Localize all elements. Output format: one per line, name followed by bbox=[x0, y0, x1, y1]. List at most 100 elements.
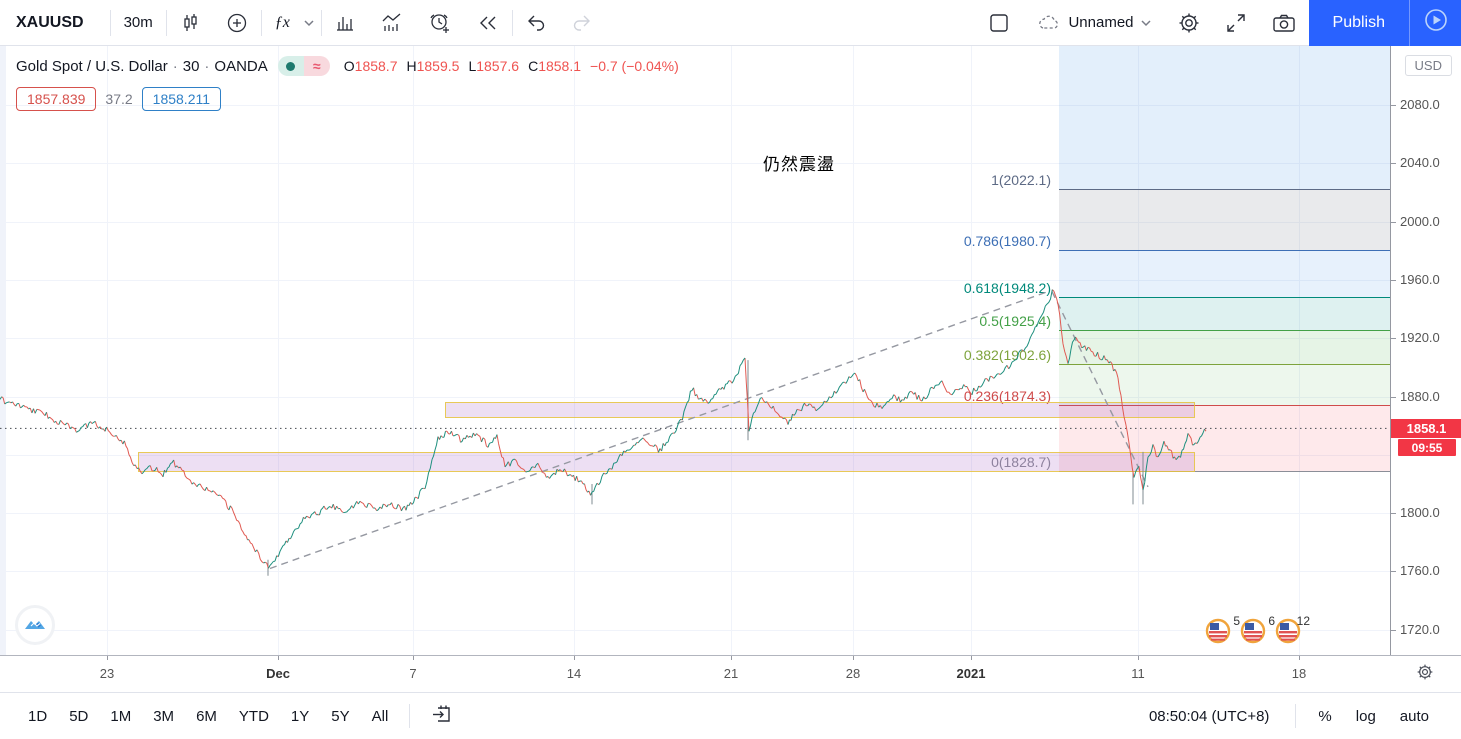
range-all-button[interactable]: All bbox=[362, 702, 399, 731]
axis-tick-mark bbox=[1391, 571, 1396, 572]
cloud-layout-button[interactable]: Unnamed bbox=[1023, 0, 1164, 45]
indicators-button[interactable]: ƒx bbox=[262, 0, 303, 45]
indicators-dropdown-button[interactable] bbox=[303, 0, 321, 45]
legend-row-quotes: 1857.839 37.2 1858.211 bbox=[16, 87, 679, 111]
high-value: 1859.5 bbox=[417, 58, 460, 74]
redo-arrow-icon bbox=[572, 14, 592, 32]
range-5d-button[interactable]: 5D bbox=[59, 702, 98, 731]
chart-style-button[interactable] bbox=[167, 0, 213, 45]
publish-button[interactable]: Publish bbox=[1309, 0, 1409, 46]
price-tick-label: 1760.0 bbox=[1400, 563, 1440, 578]
ask-price-box[interactable]: 1858.211 bbox=[142, 87, 221, 111]
mountain-logo-icon bbox=[22, 612, 48, 638]
symbol-title[interactable]: Gold Spot / U.S. Dollar bbox=[16, 58, 168, 75]
axis-tick-mark bbox=[971, 656, 972, 660]
go-to-date-button[interactable] bbox=[421, 698, 463, 734]
axis-settings-button[interactable] bbox=[1416, 663, 1434, 686]
range-1m-button[interactable]: 1M bbox=[100, 702, 141, 731]
fundamentals-button[interactable] bbox=[322, 0, 368, 45]
interval-button[interactable]: 30m bbox=[111, 0, 166, 45]
economic-event-flag[interactable]: 12 bbox=[1274, 615, 1308, 649]
dashed-trendline bbox=[270, 292, 1048, 569]
range-3m-button[interactable]: 3M bbox=[143, 702, 184, 731]
legend-row-main: Gold Spot / U.S. Dollar · 30 · OANDA ≈ O… bbox=[16, 54, 679, 78]
axis-tick-mark bbox=[1391, 338, 1396, 339]
axis-tick-mark bbox=[107, 656, 108, 660]
status-pill[interactable]: ≈ bbox=[278, 56, 330, 76]
price-tick-label: 1800.0 bbox=[1400, 505, 1440, 520]
legend-interval[interactable]: 30 bbox=[183, 58, 200, 75]
delayed-data-icon: ≈ bbox=[304, 56, 330, 76]
time-tick-label: 2021 bbox=[957, 666, 986, 681]
rewind-icon bbox=[477, 14, 499, 32]
snapshot-button[interactable] bbox=[1259, 0, 1309, 45]
low-value: 1857.6 bbox=[476, 58, 519, 74]
price-axis[interactable]: USD 1858.1 09:55 2080.02040.02000.01960.… bbox=[1390, 46, 1461, 655]
time-axis[interactable]: 23Dec714212820211118 bbox=[0, 655, 1461, 692]
publish-play-button[interactable] bbox=[1409, 0, 1461, 46]
compare-button[interactable] bbox=[213, 0, 261, 45]
legend-exchange[interactable]: OANDA bbox=[214, 58, 267, 75]
time-tick-label: 14 bbox=[567, 666, 581, 681]
percent-scale-button[interactable]: % bbox=[1306, 702, 1343, 731]
market-status-icon bbox=[278, 56, 304, 76]
time-tick-label: 18 bbox=[1292, 666, 1306, 681]
log-scale-button[interactable]: log bbox=[1344, 702, 1388, 731]
indicator-templates-button[interactable] bbox=[368, 0, 416, 45]
calendar-arrow-icon bbox=[431, 711, 453, 728]
alert-button[interactable] bbox=[416, 0, 464, 45]
gear-icon bbox=[1416, 668, 1434, 685]
ohlc-values: O1858.7 H1859.5 L1857.6 C1858.1 −0.7 (−0… bbox=[344, 58, 679, 74]
open-value: 1858.7 bbox=[355, 58, 398, 74]
bid-price-box[interactable]: 1857.839 bbox=[16, 87, 96, 111]
time-tick-label: 21 bbox=[724, 666, 738, 681]
last-price-badge: 1858.1 bbox=[1391, 419, 1461, 438]
price-tick-label: 1880.0 bbox=[1400, 389, 1440, 404]
bottombar-separator bbox=[1295, 704, 1296, 728]
symbol-button[interactable]: XAUUSD bbox=[0, 0, 110, 45]
fullscreen-button[interactable] bbox=[1213, 0, 1259, 45]
price-plot bbox=[0, 46, 1390, 655]
price-tick-label: 1720.0 bbox=[1400, 622, 1440, 637]
axis-tick-mark bbox=[574, 656, 575, 660]
auto-scale-button[interactable]: auto bbox=[1388, 702, 1441, 731]
settings-button[interactable] bbox=[1165, 0, 1213, 45]
top-toolbar: XAUUSD 30m ƒx bbox=[0, 0, 1461, 46]
alarm-clock-plus-icon bbox=[429, 12, 451, 34]
axis-tick-mark bbox=[1391, 280, 1396, 281]
range-5y-button[interactable]: 5Y bbox=[321, 702, 359, 731]
session-clock[interactable]: 08:50:04 (UTC+8) bbox=[1133, 708, 1285, 725]
axis-tick-mark bbox=[1138, 656, 1139, 660]
tradingview-logo[interactable] bbox=[15, 605, 55, 645]
range-ytd-button[interactable]: YTD bbox=[229, 702, 279, 731]
toolbar-left-group: XAUUSD 30m ƒx bbox=[0, 0, 605, 45]
time-tick-label: 11 bbox=[1131, 666, 1145, 681]
range-1d-button[interactable]: 1D bbox=[18, 702, 57, 731]
legend-separator: · bbox=[199, 58, 214, 75]
layout-button[interactable] bbox=[975, 0, 1023, 45]
currency-badge[interactable]: USD bbox=[1405, 55, 1452, 76]
chevron-down-icon bbox=[1140, 19, 1152, 27]
undo-button[interactable] bbox=[513, 0, 559, 45]
price-tick-label: 2080.0 bbox=[1400, 97, 1440, 112]
axis-tick-mark bbox=[413, 656, 414, 660]
chart-text-annotation[interactable]: 仍然震盪 bbox=[763, 150, 835, 175]
redo-button[interactable] bbox=[559, 0, 605, 45]
gear-icon bbox=[1178, 12, 1200, 34]
axis-tick-mark bbox=[731, 656, 732, 660]
candles-up-path bbox=[0, 290, 1205, 569]
toolbar-right-group: Unnamed Publish bbox=[975, 0, 1461, 45]
event-count-badge: 12 bbox=[1297, 614, 1310, 628]
range-6m-button[interactable]: 6M bbox=[186, 702, 227, 731]
range-1y-button[interactable]: 1Y bbox=[281, 702, 319, 731]
replay-button[interactable] bbox=[464, 0, 512, 45]
spread-value: 37.2 bbox=[105, 91, 132, 107]
time-tick-label: Dec bbox=[266, 666, 290, 681]
candles-down-path bbox=[2, 290, 1206, 569]
economic-event-flag[interactable]: 6 bbox=[1239, 615, 1273, 649]
dashed-trendline bbox=[1052, 292, 1148, 487]
axis-tick-mark bbox=[1391, 222, 1396, 223]
economic-event-flag[interactable]: 5 bbox=[1204, 615, 1238, 649]
price-tick-label: 1920.0 bbox=[1400, 330, 1440, 345]
chart-pane[interactable]: 1(2022.1)0.786(1980.7)0.618(1948.2)0.5(1… bbox=[0, 46, 1390, 655]
